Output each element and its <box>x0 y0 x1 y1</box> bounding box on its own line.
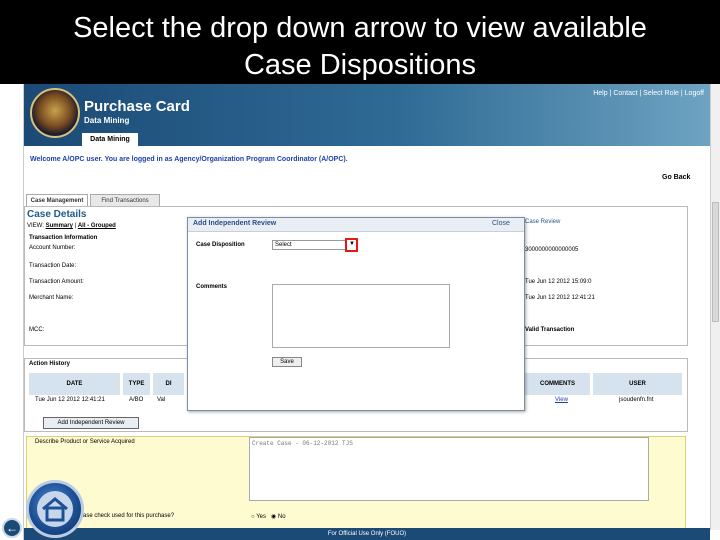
row-date: Tue Jun 12 2012 12:41:21 <box>35 397 105 403</box>
view-summary-link[interactable]: Summary <box>46 223 73 229</box>
view-selector: VIEW: Summary | All - Grouped <box>27 223 116 229</box>
back-arrow-icon[interactable]: ← <box>2 518 22 538</box>
field-label: MCC: <box>29 327 45 333</box>
describe-label: Describe Product or Service Acquired <box>35 439 135 445</box>
column-header: TYPE <box>123 373 151 395</box>
view-label: VIEW: <box>27 223 44 229</box>
nav-tab-data-mining[interactable]: Data Mining <box>82 133 138 146</box>
tab-find-transactions[interactable]: Find Transactions <box>90 194 160 206</box>
right-value: 3000000000000005 <box>525 247 579 253</box>
field-label: Account Number: <box>29 245 76 251</box>
slide-title-line2: Case Dispositions <box>243 49 477 81</box>
right-value: Tue Jun 12 2012 12:41:21 <box>525 295 595 301</box>
footer-bar: For Official Use Only (FOUO) <box>24 528 710 540</box>
add-independent-review-button[interactable]: Add Independent Review <box>43 417 139 429</box>
field-label: Transaction Amount: <box>29 279 84 285</box>
row-di: Val <box>157 397 166 403</box>
column-header: COMMENTS <box>525 373 591 395</box>
right-value: Case Review <box>525 219 561 225</box>
save-button[interactable]: Save <box>272 357 302 367</box>
comments-label: Comments <box>196 284 228 290</box>
comments-textarea[interactable] <box>272 284 450 348</box>
dialog-title: Add Independent Review <box>193 220 277 227</box>
right-value: Valid Transaction <box>525 327 575 333</box>
yes-no-radios: ○ Yes ◉ No <box>251 513 286 520</box>
app-name: Purchase Card <box>84 98 190 115</box>
slide-title-line1: Select the drop down arrow to view avail… <box>73 12 647 44</box>
app-subtitle: Data Mining <box>84 116 130 125</box>
agency-seal-logo <box>30 88 80 138</box>
dropdown-arrow-highlight[interactable]: ▼ <box>345 238 358 252</box>
house-icon <box>42 497 68 522</box>
describe-product-section: Describe Product or Service Acquired Cre… <box>26 436 686 530</box>
add-independent-review-dialog: Add Independent Review Close Case Dispos… <box>187 217 525 411</box>
row-comments-link[interactable]: View <box>555 397 568 403</box>
dialog-header: Add Independent Review Close <box>188 218 524 232</box>
chevron-down-icon[interactable]: ▼ <box>349 241 355 247</box>
home-icon[interactable] <box>26 480 84 538</box>
field-label: Merchant Name: <box>29 295 74 301</box>
case-disposition-label: Case Disposition <box>196 242 245 248</box>
check-used-question: ase check used for this purchase? <box>83 513 175 519</box>
application-screen: Purchase Card Data Mining Help | Contact… <box>0 84 720 540</box>
vertical-scrollbar[interactable] <box>710 84 720 530</box>
slide-title: Select the drop down arrow to view avail… <box>0 0 720 84</box>
column-header: USER <box>593 373 683 395</box>
case-details-title: Case Details <box>27 209 87 220</box>
radio-yes-label: Yes <box>256 514 266 520</box>
right-value: Tue Jun 12 2012 15:09:0 <box>525 279 592 285</box>
top-links[interactable]: Help | Contact | Select Role | Logoff <box>593 90 704 97</box>
app-header: Purchase Card Data Mining Help | Contact… <box>24 84 710 146</box>
scrollbar-thumb[interactable] <box>712 202 719 322</box>
describe-textarea[interactable]: Create Case - 06-12-2012 TJS <box>249 437 649 501</box>
field-label: Transaction Date: <box>29 263 77 269</box>
left-margin <box>0 84 24 540</box>
transaction-info-heading: Transaction Information <box>29 235 98 241</box>
row-user: jsoudenfn.fnt <box>619 397 654 403</box>
column-header: DI <box>153 373 185 395</box>
action-history-title: Action History <box>29 361 71 367</box>
radio-no[interactable]: ◉ <box>271 514 278 520</box>
go-back-link[interactable]: Go Back <box>662 174 690 181</box>
tab-case-management[interactable]: Case Management <box>26 194 88 206</box>
welcome-message: Welcome A/OPC user. You are logged in as… <box>30 156 348 163</box>
home-icon-face <box>37 491 73 527</box>
view-all-link[interactable]: All - Grouped <box>78 223 116 229</box>
row-type: A/BO <box>129 397 144 403</box>
radio-no-label: No <box>277 514 286 520</box>
column-header: DATE <box>29 373 121 395</box>
dialog-close-link[interactable]: Close <box>492 220 510 227</box>
